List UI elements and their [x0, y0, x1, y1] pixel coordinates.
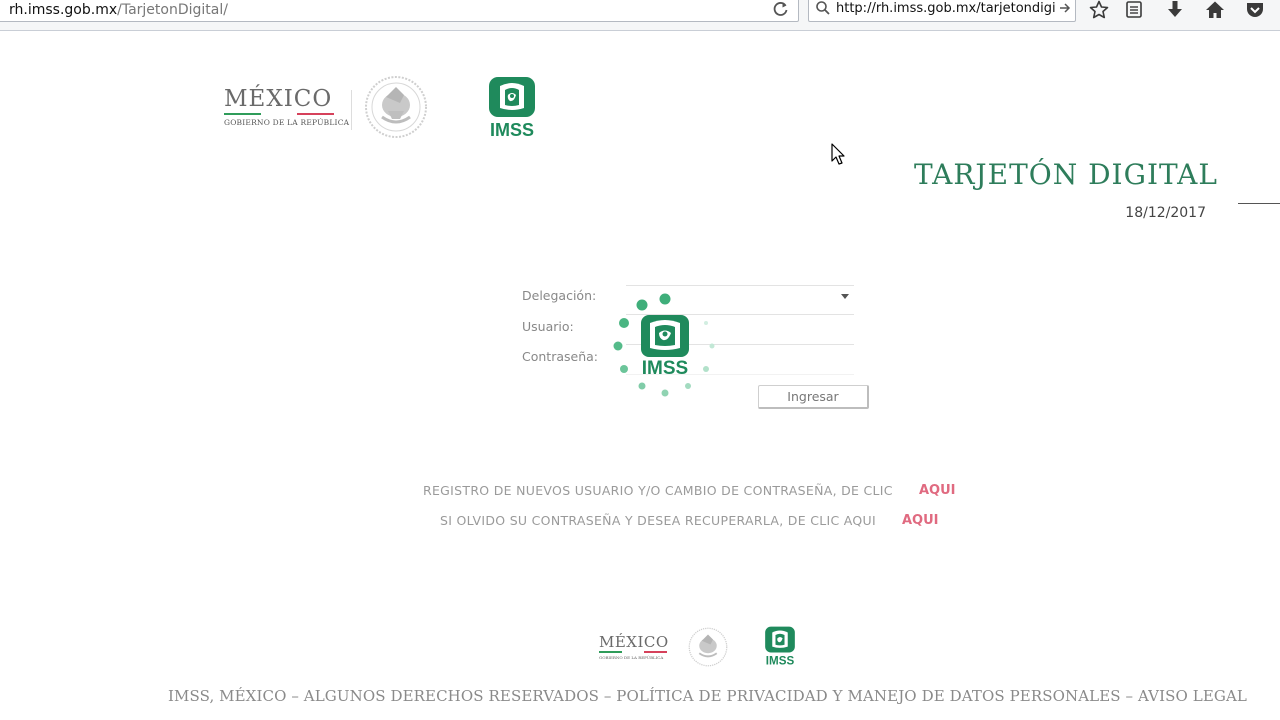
bookmark-star-icon[interactable]: [1089, 0, 1109, 20]
search-input[interactable]: http://rh.imss.gob.mx/tarjetondigital: [836, 1, 1056, 16]
imss-logo-text: IMSS: [490, 120, 534, 138]
register-instructions: REGISTRO DE NUEVOS USUARIO Y/O CAMBIO DE…: [423, 483, 893, 498]
reading-list-icon[interactable]: [1124, 0, 1144, 20]
footer-imss-logo-text: IMSS: [766, 655, 795, 666]
flag-bars: [224, 113, 335, 115]
search-icon: [816, 1, 830, 15]
recover-instructions: SI OLVIDO SU CONTRASEÑA Y DESEA RECUPERA…: [440, 513, 876, 528]
footer-mexico-subtitle: GOBIERNO DE LA REPÚBLICA: [599, 655, 664, 660]
home-icon[interactable]: [1205, 0, 1225, 20]
browser-toolbar: rh.imss.gob.mx/TarjetonDigital/ http://r…: [0, 0, 1280, 31]
imss-logo: IMSS: [489, 77, 535, 138]
go-arrow-icon[interactable]: [1058, 1, 1072, 15]
loading-spinner: IMSS: [613, 293, 715, 397]
footer-legal-text[interactable]: IMSS, MÉXICO – ALGUNOS DERECHOS RESERVAD…: [168, 687, 1247, 705]
recover-link[interactable]: AQUI: [902, 513, 939, 528]
delegacion-select-top: [626, 285, 854, 286]
footer-mexico-title: MÉXICO: [599, 633, 669, 651]
footer-flag-bars: [599, 651, 668, 653]
footer-mexico-logo: MÉXICO GOBIERNO DE LA REPÚBLICA: [599, 633, 669, 660]
address-bar[interactable]: rh.imss.gob.mx/TarjetonDigital/: [0, 0, 799, 22]
delegacion-label: Delegación:: [522, 288, 597, 303]
page-date: 18/12/2017: [1125, 205, 1206, 221]
mexico-logo-title: MÉXICO: [224, 86, 333, 112]
national-seal-icon: [365, 76, 427, 138]
chevron-down-icon[interactable]: [841, 294, 849, 299]
page-title: TARJETÓN DIGITAL: [913, 158, 1218, 191]
usuario-label: Usuario:: [522, 319, 574, 334]
mexico-government-logo: MÉXICO GOBIERNO DE LA REPÚBLICA: [224, 86, 349, 127]
pocket-icon[interactable]: [1245, 0, 1265, 20]
ingresar-button[interactable]: Ingresar: [758, 385, 869, 409]
mouse-cursor-icon: [831, 143, 845, 165]
reload-icon[interactable]: [772, 0, 790, 18]
title-divider: [1238, 203, 1280, 204]
loader-logo-text: IMSS: [642, 358, 688, 379]
mexico-logo-subtitle: GOBIERNO DE LA REPÚBLICA: [224, 118, 350, 127]
logo-divider: [351, 90, 352, 130]
contrasena-label: Contraseña:: [522, 349, 598, 364]
footer-seal-icon: [688, 627, 728, 667]
register-link[interactable]: AQUI: [919, 483, 956, 498]
address-bar-text: rh.imss.gob.mx/TarjetonDigital/: [9, 2, 228, 18]
footer-imss-logo: IMSS: [765, 626, 795, 666]
download-icon[interactable]: [1165, 0, 1185, 20]
